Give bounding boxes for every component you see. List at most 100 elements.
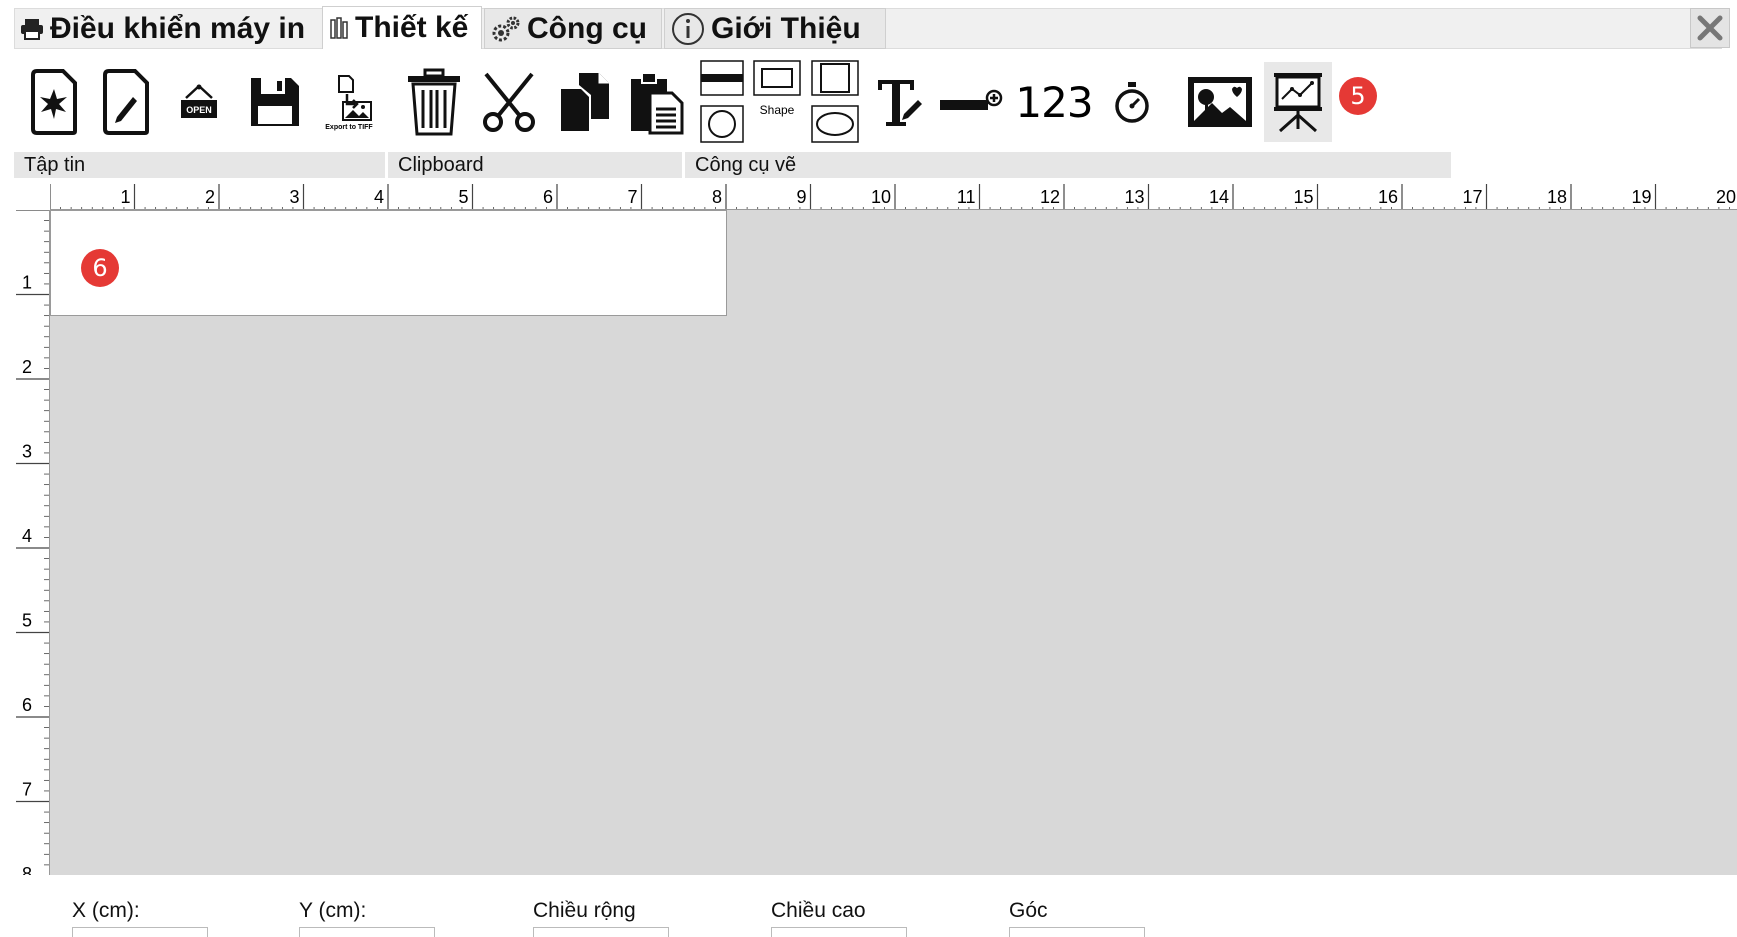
width-input[interactable]	[533, 927, 669, 937]
tab-bar: Điều khiển máy in Thiết kế Công cụ Giới …	[0, 0, 1737, 52]
group-label-draw-tools: Công cụ vẽ	[685, 152, 1451, 178]
shape-line-button[interactable]	[700, 58, 744, 98]
shape-caption: Shape	[759, 103, 795, 117]
open-button[interactable]: OPEN	[174, 62, 224, 142]
export-image-icon	[338, 74, 372, 121]
shape-ellipse-button[interactable]	[810, 104, 860, 144]
tab-tools-label: Công cụ	[527, 11, 647, 45]
clipboard-paste-icon	[631, 72, 684, 135]
width-label: Chiều rộng	[533, 899, 636, 922]
stopwatch-icon	[1115, 82, 1149, 123]
y-position-label: Y (cm):	[299, 899, 367, 922]
trash-icon	[408, 68, 460, 136]
ruler-label: 12	[1040, 187, 1060, 207]
shape-label: Shape	[752, 98, 802, 122]
add-line-icon	[940, 89, 1003, 110]
ruler-label: 4	[22, 526, 32, 546]
vertical-ruler-ticks: 1 2 3 4 5 6 7 8	[16, 210, 49, 875]
ruler-label: 5	[458, 187, 468, 207]
gears-icon	[491, 15, 521, 43]
ellipse-shape-icon	[811, 105, 859, 143]
delete-button[interactable]	[404, 62, 464, 142]
export-tiff-button[interactable]: Export to TIFF	[314, 62, 384, 142]
new-file-button[interactable]	[24, 62, 84, 142]
tab-tools[interactable]: Công cụ	[484, 8, 662, 49]
copy-button[interactable]	[554, 62, 616, 142]
ruler-label: 4	[374, 187, 384, 207]
square-shape-icon	[811, 60, 859, 96]
y-position-input[interactable]	[299, 927, 435, 937]
ruler-label: 16	[1378, 187, 1398, 207]
save-button[interactable]	[246, 62, 304, 142]
new-file-icon	[31, 69, 77, 135]
left-margin	[0, 152, 14, 932]
ruler-label: 10	[871, 187, 891, 207]
ruler-label: 5	[22, 611, 32, 631]
cut-button[interactable]	[478, 62, 540, 142]
ruler-label: 20	[1716, 187, 1736, 207]
ruler-label: 15	[1293, 187, 1313, 207]
chart-presentation-button[interactable]	[1264, 62, 1332, 142]
callout-badge-6: 6	[81, 249, 119, 287]
text-tool-icon	[878, 80, 922, 126]
insert-image-button[interactable]	[1182, 62, 1258, 142]
tab-design[interactable]: Thiết kế	[322, 6, 482, 49]
ruler-label: 11	[957, 187, 976, 207]
x-position-input[interactable]	[72, 927, 208, 937]
text-tool-button[interactable]	[872, 62, 926, 142]
tab-printer-control[interactable]: Điều khiển máy in	[14, 8, 320, 49]
floppy-disk-icon	[251, 78, 299, 126]
group-label-clipboard: Clipboard	[388, 152, 682, 178]
ribbon-group-labels: Tập tin Clipboard Công cụ vẽ	[14, 152, 1451, 178]
image-icon	[1188, 77, 1252, 127]
copy-icon	[561, 73, 609, 131]
line-add-button[interactable]	[936, 62, 1006, 142]
ruler-label: 13	[1124, 187, 1144, 207]
height-input[interactable]	[771, 927, 907, 937]
ruler-label: 8	[712, 187, 722, 207]
label-design-area[interactable]: 6	[50, 210, 727, 316]
properties-panel: X (cm): Y (cm): Chiều rộng Chiều cao Góc	[14, 875, 1737, 937]
counter-button[interactable]: 123	[1014, 62, 1094, 142]
horizontal-ruler-ticks: 1 2 3 4 5 6 7 8 9 10 11 12 13 14 15 16 17 18 19 20	[50, 184, 1736, 209]
rectangle-shape-icon	[753, 60, 801, 96]
ruler-label: 1	[120, 187, 130, 207]
horizontal-ruler: 1 2 3 4 5 6 7 8 9 10 11 12 13 14 15 16 17 18 19 20	[50, 180, 1737, 210]
height-label: Chiều cao	[771, 899, 866, 922]
ruler-corner	[14, 180, 50, 210]
info-icon	[671, 12, 705, 46]
vertical-ruler: 1 2 3 4 5 6 7 8	[14, 210, 50, 875]
open-sign-icon: OPEN	[181, 84, 217, 118]
ruler-label: 8	[22, 864, 32, 875]
export-tiff-label: Export to TIFF	[325, 123, 373, 131]
shape-circle-button[interactable]	[700, 104, 744, 144]
datetime-button[interactable]	[1106, 62, 1158, 142]
printer-icon	[20, 18, 44, 40]
shape-square-button[interactable]	[810, 58, 860, 98]
design-canvas[interactable]: 6	[50, 210, 1737, 875]
tab-design-label: Thiết kế	[355, 11, 469, 44]
shape-rectangle-button[interactable]	[752, 58, 802, 98]
design-tools-icon	[329, 16, 349, 40]
close-icon	[1697, 15, 1723, 41]
angle-input[interactable]	[1009, 927, 1145, 937]
ruler-label: 14	[1209, 187, 1229, 207]
ruler-label: 7	[627, 187, 637, 207]
presentation-chart-icon	[1274, 73, 1322, 133]
edit-file-button[interactable]	[96, 62, 156, 142]
paste-button[interactable]	[626, 62, 686, 142]
angle-label: Góc	[1009, 899, 1048, 922]
ruler-label: 2	[205, 187, 215, 207]
ruler-label: 6	[22, 695, 32, 715]
close-button[interactable]	[1690, 8, 1730, 48]
ruler-label: 9	[796, 187, 806, 207]
ribbon-toolbar: OPEN Export to TIFF Shape 123 5	[14, 52, 1723, 152]
horizontal-line-icon	[700, 60, 744, 96]
ruler-label: 18	[1547, 187, 1567, 207]
ruler-label: 2	[22, 357, 32, 377]
tab-about[interactable]: Giới Thiệu	[664, 8, 886, 49]
ruler-label: 1	[22, 273, 32, 293]
circle-shape-icon	[700, 105, 744, 143]
ruler-label: 6	[543, 187, 553, 207]
tab-printer-label: Điều khiển máy in	[50, 11, 306, 45]
